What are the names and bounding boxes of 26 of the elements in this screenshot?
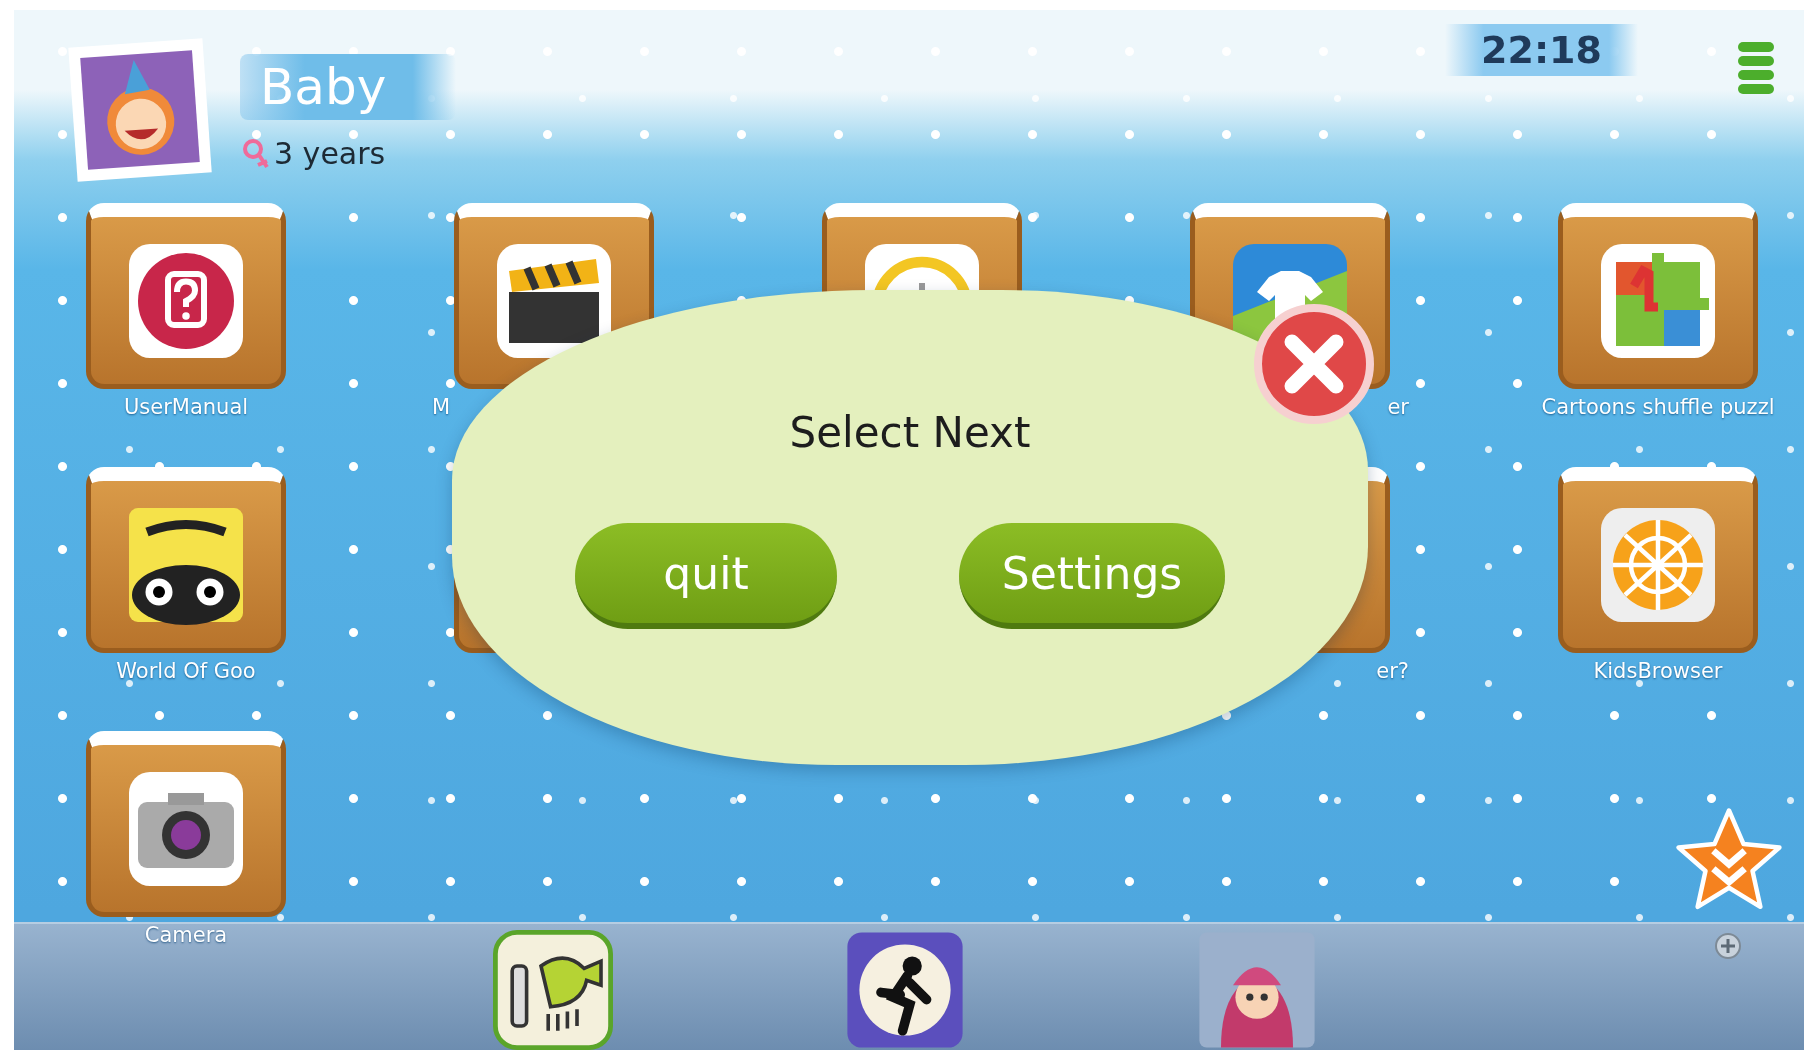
app-label: er <box>1386 395 1410 419</box>
doodle-creature-icon[interactable] <box>493 930 613 1050</box>
profile-name: Baby <box>240 54 457 120</box>
question-mark-app-icon[interactable] <box>86 203 286 389</box>
dialog-title: Select Next <box>789 408 1031 457</box>
app-label: M <box>431 395 452 419</box>
app-label: KidsBrowser <box>1592 659 1724 683</box>
camera-app-icon[interactable] <box>86 731 286 917</box>
app-label: UserManual <box>122 395 250 419</box>
goo-ball-app-icon[interactable] <box>86 467 286 653</box>
runner-silhouette-icon[interactable] <box>845 930 965 1050</box>
app-label: er? <box>1375 659 1410 683</box>
profile-age: 3 years <box>274 136 386 171</box>
close-icon[interactable] <box>1252 302 1376 426</box>
settings-button[interactable]: Settings <box>959 523 1225 629</box>
puzzle-piece-app-icon[interactable] <box>1558 203 1758 389</box>
app-label: Camera <box>143 923 229 947</box>
app-label: World Of Goo <box>115 659 257 683</box>
female-sign-icon <box>240 136 270 171</box>
menu-icon[interactable] <box>1738 42 1774 94</box>
cartoon-girl-icon[interactable] <box>1197 930 1317 1050</box>
app-label: Cartoons shuffle puzzl <box>1540 395 1776 419</box>
quit-button[interactable]: quit <box>575 523 837 629</box>
globe-app-icon[interactable] <box>1558 467 1758 653</box>
clock-time: 22:18 <box>1445 24 1638 76</box>
avatar-icon[interactable] <box>65 35 215 185</box>
